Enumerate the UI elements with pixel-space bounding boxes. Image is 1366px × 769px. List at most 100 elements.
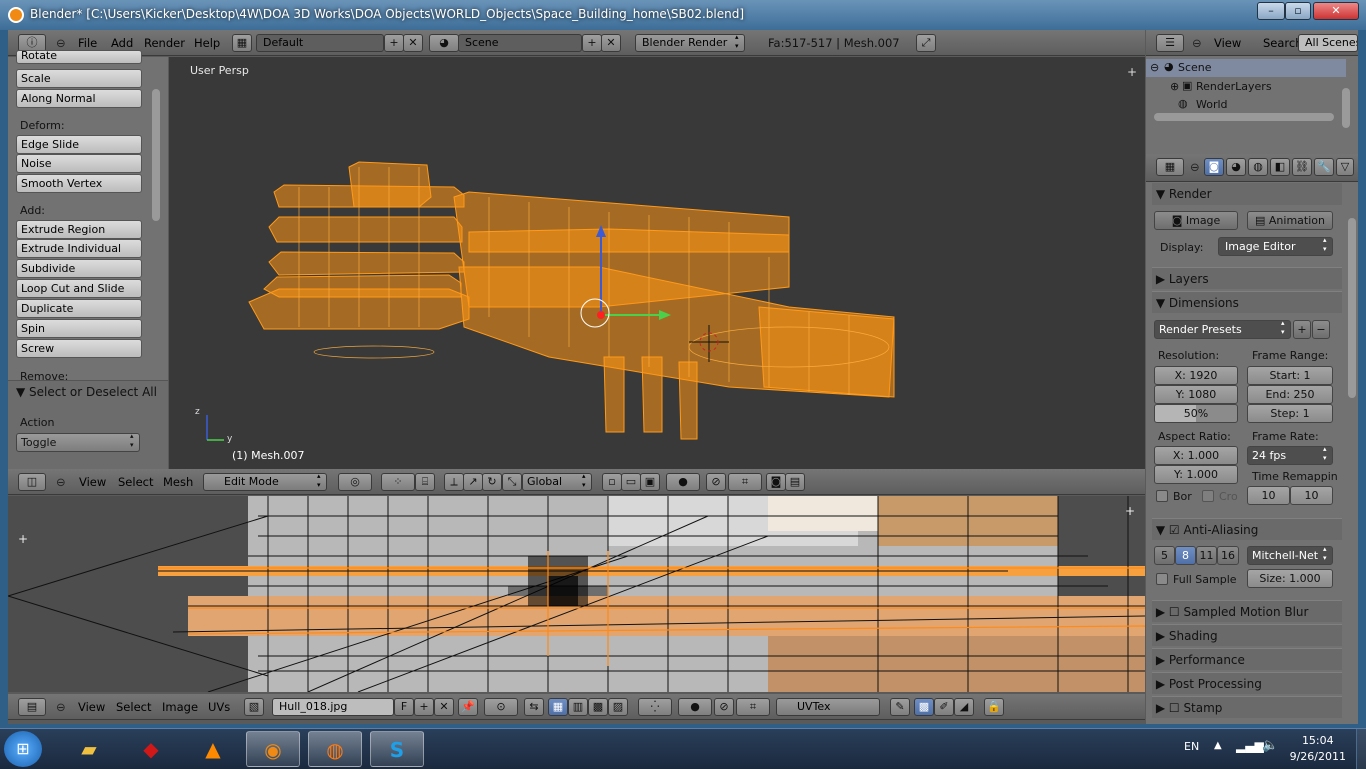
operator-panel-title[interactable]: ▼ Select or Deselect All	[16, 385, 157, 399]
outliner-world-label[interactable]: World	[1196, 98, 1228, 108]
smooth-vertex-button[interactable]: Smooth Vertex	[16, 174, 142, 193]
show-hidden-icons[interactable]: ▲	[1214, 740, 1222, 751]
aspect-y-field[interactable]: Y: 1.000	[1154, 465, 1238, 484]
extrude-individual-button[interactable]: Extrude Individual	[16, 239, 142, 258]
add-preset-icon[interactable]: +	[1293, 320, 1311, 339]
outliner-filter-field[interactable]: All Scenes	[1298, 34, 1358, 52]
explorer-taskbar-icon[interactable]: ▰	[62, 731, 116, 767]
remove-scene-icon[interactable]: ✕	[601, 34, 621, 52]
start-button[interactable]: ⊞	[4, 731, 42, 767]
uv-snap-toggle-icon[interactable]: ⊘	[714, 698, 734, 716]
snap-element-icon[interactable]: ⌗	[728, 473, 762, 491]
uv-face-select-icon[interactable]: ▩	[588, 698, 608, 716]
frame-start-field[interactable]: Start: 1	[1247, 366, 1333, 385]
render-animation-icon[interactable]: ▤	[785, 473, 805, 491]
blender-taskbar-icon[interactable]: ◉	[246, 731, 300, 767]
data-tab-icon[interactable]: ▽	[1336, 158, 1354, 176]
render-image-button[interactable]: ◙ Image	[1154, 211, 1238, 230]
remap-old-field[interactable]: 10	[1247, 486, 1290, 505]
loop-cut-button[interactable]: Loop Cut and Slide	[16, 279, 142, 298]
rotate-icon[interactable]: ↻	[482, 473, 502, 491]
outliner-scene-row[interactable]	[1146, 59, 1346, 77]
action-select[interactable]: Toggle	[16, 432, 140, 452]
skype-taskbar-icon[interactable]: S	[370, 731, 424, 767]
resolution-y-field[interactable]: Y: 1080	[1154, 385, 1238, 404]
remap-new-field[interactable]: 10	[1290, 486, 1333, 505]
menu-uvs[interactable]: UVs	[208, 698, 230, 716]
paint-mode-icon[interactable]: ✎	[890, 698, 910, 716]
orientation-select[interactable]: Global	[522, 472, 592, 491]
menu-render[interactable]: Render	[144, 34, 185, 52]
outliner-v-scrollbar[interactable]	[1342, 88, 1350, 128]
uv-vertex-select-icon[interactable]: ▦	[548, 698, 568, 716]
duplicate-button[interactable]: Duplicate	[16, 299, 142, 318]
translate-icon[interactable]: ↗	[463, 473, 483, 491]
resolution-x-field[interactable]: X: 1920	[1154, 366, 1238, 385]
frame-step-field[interactable]: Step: 1	[1247, 404, 1333, 423]
scene-icon[interactable]: ◕	[429, 34, 459, 52]
network-icon[interactable]: ▂▄▆	[1236, 739, 1264, 753]
aspect-x-field[interactable]: X: 1.000	[1154, 446, 1238, 465]
object-tab-icon[interactable]: ◧	[1270, 158, 1290, 176]
firefox-taskbar-icon[interactable]: ◍	[308, 731, 362, 767]
volume-icon[interactable]: 🔈	[1262, 738, 1278, 753]
uv-map-field[interactable]: UVTex	[776, 698, 880, 716]
render-animation-button[interactable]: ▤ Animation	[1247, 211, 1333, 230]
manipulator-only-icon[interactable]: ⌸	[415, 473, 435, 491]
subdivide-button[interactable]: Subdivide	[16, 259, 142, 278]
menu-view[interactable]: View	[79, 473, 106, 491]
screw-button[interactable]: Screw	[16, 339, 142, 358]
clock[interactable]: 15:04 9/26/2011	[1290, 733, 1346, 765]
border-checkbox[interactable]	[1156, 490, 1168, 502]
remove-preset-icon[interactable]: −	[1312, 320, 1330, 339]
screen-layout-icon[interactable]: ▦	[232, 34, 252, 52]
show-checker-icon[interactable]: ▩	[914, 698, 934, 716]
anti-aliasing-panel-header[interactable]: ▼ ☑ Anti-Aliasing	[1152, 518, 1342, 540]
add-layout-icon[interactable]: +	[384, 34, 404, 52]
outliner-renderlayers-label[interactable]: RenderLayers	[1196, 80, 1272, 93]
uv-snap-element-icon[interactable]: ⌗	[736, 698, 770, 716]
modifiers-tab-icon[interactable]: 🔧	[1314, 158, 1334, 176]
uv-island-select-icon[interactable]: ▨	[608, 698, 628, 716]
noise-button[interactable]: Noise	[16, 154, 142, 173]
rotate-button[interactable]: Rotate	[16, 50, 142, 64]
outliner-scene-label[interactable]: Scene	[1178, 61, 1212, 74]
minimize-button[interactable]: –	[1257, 2, 1285, 20]
dimensions-panel-header[interactable]: ▼ Dimensions	[1152, 291, 1342, 313]
3d-viewport[interactable]: User Persp + y z (1) Mesh.007	[169, 57, 1145, 469]
app-taskbar-icon[interactable]: ◆	[124, 731, 178, 767]
show-desktop-button[interactable]	[1356, 729, 1366, 769]
filter-size-field[interactable]: Size: 1.000	[1247, 569, 1333, 588]
proportional-edit-icon[interactable]: ●	[666, 473, 700, 491]
edge-select-icon[interactable]: ▭	[621, 473, 641, 491]
constraints-tab-icon[interactable]: ⛓	[1292, 158, 1312, 176]
aa-samples-5[interactable]: 5	[1154, 546, 1175, 565]
image-name-field[interactable]: Hull_018.jpg	[272, 698, 394, 716]
menu-view[interactable]: View	[78, 698, 105, 716]
edge-slide-button[interactable]: Edge Slide	[16, 135, 142, 154]
menu-help[interactable]: Help	[194, 34, 220, 52]
fake-user-button[interactable]: F	[394, 698, 414, 716]
editor-type-3d-icon[interactable]: ◫	[18, 473, 46, 491]
aa-samples-11[interactable]: 11	[1196, 546, 1217, 565]
extrude-region-button[interactable]: Extrude Region	[16, 220, 142, 239]
menu-select[interactable]: Select	[118, 473, 153, 491]
language-indicator[interactable]: EN	[1184, 740, 1199, 753]
uv-properties-expand-icon[interactable]: +	[1125, 504, 1135, 518]
frame-rate-select[interactable]: 24 fps	[1247, 445, 1333, 465]
add-scene-icon[interactable]: +	[582, 34, 602, 52]
display-select[interactable]: Image Editor	[1218, 236, 1333, 256]
render-tab-icon[interactable]: ◙	[1204, 158, 1224, 176]
sync-selection-icon[interactable]: ⇆	[524, 698, 544, 716]
remove-layout-icon[interactable]: ✕	[403, 34, 423, 52]
toolshelf-scrollbar[interactable]	[152, 89, 160, 221]
render-panel-header[interactable]: ▼ Render	[1152, 183, 1342, 205]
shading-panel-header[interactable]: ▶ Shading	[1152, 624, 1342, 646]
layers-panel-header[interactable]: ▶ Layers	[1152, 267, 1342, 289]
stamp-panel-header[interactable]: ▶ ☐ Stamp	[1152, 696, 1342, 718]
new-image-icon[interactable]: +	[414, 698, 434, 716]
outliner-h-scrollbar[interactable]	[1154, 113, 1334, 121]
fullscreen-icon[interactable]: ⤢	[916, 34, 936, 52]
editor-type-properties-icon[interactable]: ▦	[1156, 158, 1184, 176]
scale-icon[interactable]: ⤡	[502, 473, 522, 491]
